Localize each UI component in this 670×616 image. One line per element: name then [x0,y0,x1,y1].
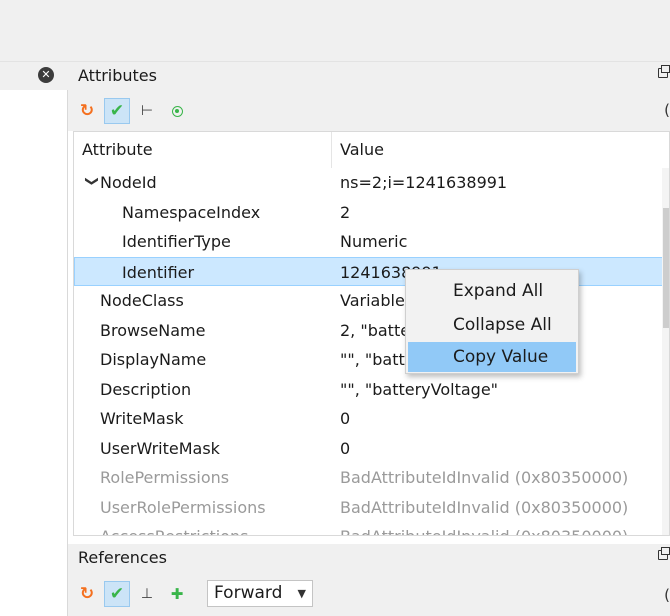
references-toolbar: ↻ ✔ ⊥ ✚ ( [68,575,670,616]
close-icon[interactable]: ✕ [38,67,54,83]
row-attribute: NamespaceIndex [122,202,261,222]
table-row-disabled[interactable]: UserRolePermissions BadAttributeIdInvali… [74,493,669,523]
table-row-nodeid[interactable]: ❯NodeId ns=2;i=1241638991 [74,168,669,200]
row-attribute: AccessRestrictions [100,522,248,535]
node-icon: ✚ [170,585,184,603]
row-attribute: Description [100,379,192,399]
top-toolbar-strip [0,0,670,62]
attributes-table: Attribute Value ❯NodeId ns=2;i=124163899… [73,131,670,536]
row-value: BadAttributeIdInvalid (0x80350000) [340,522,628,535]
row-value: ns=2;i=1241638991 [340,173,508,192]
expand-chevron-icon[interactable]: ❯ [76,176,106,194]
attributes-header: Attributes [68,62,670,92]
references-title: References [78,548,167,567]
direction-select-value: Forward [214,583,283,603]
tree-icon: ⊢ [140,103,154,119]
table-row[interactable]: NodeClass Variable [74,286,669,316]
row-attribute: WriteMask [100,409,184,428]
tree-button[interactable]: ⊢ [134,98,160,124]
radio-icon [171,105,183,117]
table-row[interactable]: WriteMask 0 [74,404,669,434]
row-attribute: BrowseName [100,320,206,340]
table-row[interactable]: DisplayName "", "batteryVoltage" [74,345,669,375]
toolbar-overflow-icon[interactable]: ( [664,586,670,604]
column-header-value[interactable]: Value [332,132,669,168]
row-attribute: ❯NodeId [82,168,157,200]
row-attribute: IdentifierType [122,232,231,251]
attributes-title: Attributes [78,66,157,85]
refresh-button[interactable]: ↻ [74,581,100,607]
vertical-scrollbar[interactable] [662,168,669,535]
row-value: 0 [340,438,351,458]
float-panel-icon[interactable] [658,65,670,78]
table-row-selected[interactable]: Identifier 1241638991 [74,256,669,286]
refresh-button[interactable]: ↻ [74,98,100,124]
left-panel: ✕ [0,62,68,616]
row-attribute: DisplayName [100,350,207,369]
scrollbar-thumb[interactable] [663,208,669,328]
table-row[interactable]: Description "", "batteryVoltage" [74,375,669,405]
row-value: Numeric [340,232,408,251]
row-value: Variable [340,291,405,310]
references-header: References [68,544,670,575]
direction-select[interactable]: Forward ▼ [207,580,313,607]
table-row[interactable]: NamespaceIndex 2 [74,198,669,228]
row-attribute: UserRolePermissions [100,497,266,517]
left-panel-header: ✕ [0,62,68,90]
refresh-icon: ↻ [79,101,95,121]
row-value: 0 [340,409,351,428]
table-row[interactable]: IdentifierType Numeric [74,227,669,257]
refresh-icon: ↻ [79,584,95,604]
menu-item-expand-all[interactable]: Expand All [408,276,576,306]
hierarchy-button[interactable]: ⊥ [134,581,160,607]
table-row[interactable]: UserWriteMask 0 [74,434,669,464]
row-value: 2 [340,202,351,222]
context-menu: Expand All Collapse All Copy Value [405,269,579,374]
row-value: BadAttributeIdInvalid (0x80350000) [340,497,629,517]
node-button[interactable]: ✚ [164,581,190,607]
row-value: BadAttributeIdInvalid (0x80350000) [340,468,629,487]
float-panel-icon[interactable] [658,547,670,560]
check-icon: ✔ [109,101,125,121]
menu-item-collapse-all[interactable]: Collapse All [408,310,576,340]
hierarchy-icon: ⊥ [140,586,154,602]
row-attribute: RolePermissions [100,468,230,487]
row-attribute: UserWriteMask [100,438,220,458]
table-row-disabled[interactable]: AccessRestrictions BadAttributeIdInvalid… [74,522,669,535]
table-row[interactable]: BrowseName 2, "batteryVoltage" [74,316,669,346]
menu-item-copy-value[interactable]: Copy Value [408,342,576,372]
column-header-attribute[interactable]: Attribute [74,132,332,168]
row-attribute: Identifier [122,262,195,282]
row-attribute: NodeClass [100,291,184,310]
attributes-toolbar: ↻ ✔ ⊢ ( [68,92,670,131]
table-row-disabled[interactable]: RolePermissions BadAttributeIdInvalid (0… [74,463,669,493]
check-icon: ✔ [109,584,125,604]
chevron-down-icon: ▼ [297,587,306,600]
row-value: "", "batteryVoltage" [340,379,499,399]
toolbar-overflow-icon[interactable]: ( [664,101,670,119]
check-button[interactable]: ✔ [104,581,130,607]
check-button[interactable]: ✔ [104,98,130,124]
radio-button[interactable] [164,98,190,124]
